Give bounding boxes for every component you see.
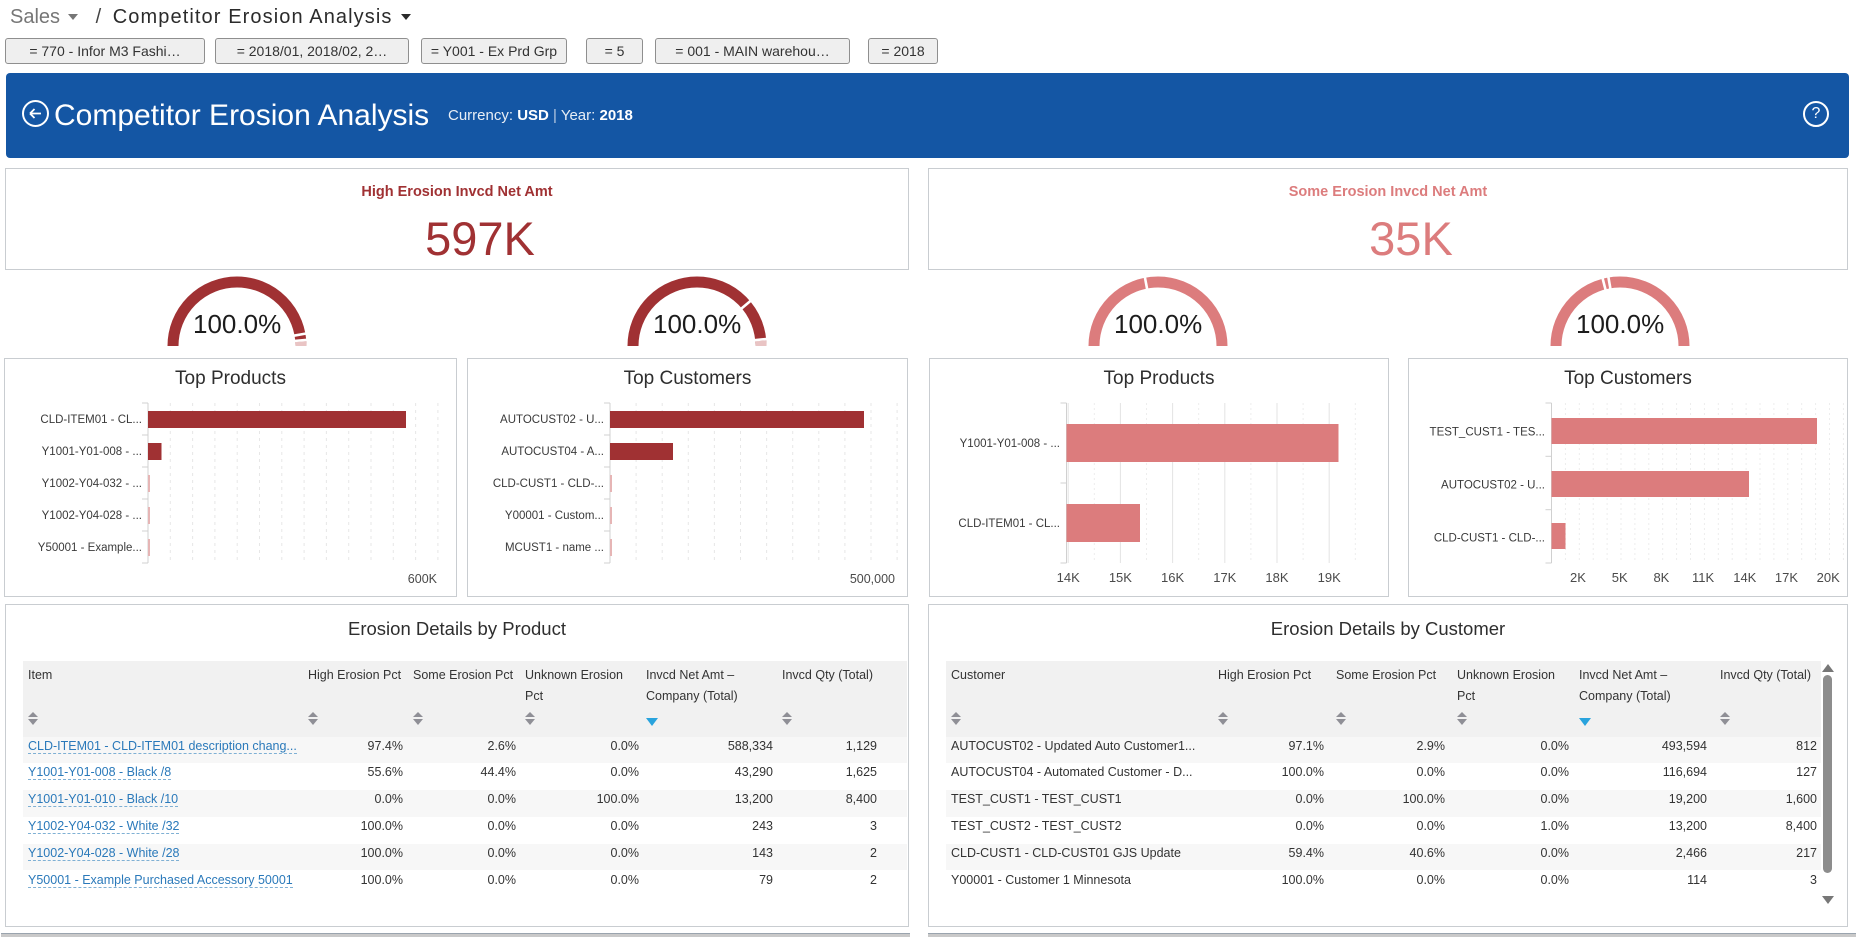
svg-text:AUTOCUST02 - U...: AUTOCUST02 - U... (1441, 480, 1545, 492)
svg-text:500,000: 500,000 (850, 572, 895, 586)
svg-text:MCUST1 - name ...: MCUST1 - name ... (505, 542, 604, 554)
svg-text:Y1002-Y04-032 - ...: Y1002-Y04-032 - ... (42, 478, 142, 490)
svg-text:CLD-ITEM01 - CL...: CLD-ITEM01 - CL... (40, 414, 142, 426)
svg-text:CLD-CUST1 - CLD-...: CLD-CUST1 - CLD-... (1434, 533, 1545, 545)
svg-text:TEST_CUST1 - TES...: TEST_CUST1 - TES... (1430, 427, 1545, 439)
svg-text:17K: 17K (1775, 570, 1798, 585)
svg-text:14K: 14K (1733, 570, 1756, 585)
svg-text:Y00001 - Custom...: Y00001 - Custom... (505, 510, 604, 522)
svg-text:Y1002-Y04-028 - ...: Y1002-Y04-028 - ... (42, 510, 142, 522)
svg-text:Y1001-Y01-008 - ...: Y1001-Y01-008 - ... (42, 446, 142, 458)
svg-text:8K: 8K (1653, 570, 1669, 585)
svg-text:18K: 18K (1265, 570, 1288, 585)
svg-text:16K: 16K (1161, 570, 1184, 585)
svg-text:2K: 2K (1570, 570, 1586, 585)
svg-text:AUTOCUST02 - U...: AUTOCUST02 - U... (500, 414, 604, 426)
svg-text:600K: 600K (408, 572, 438, 586)
svg-text:CLD-ITEM01 - CL...: CLD-ITEM01 - CL... (958, 518, 1060, 530)
svg-text:17K: 17K (1213, 570, 1236, 585)
svg-text:11K: 11K (1692, 570, 1714, 585)
svg-text:Y50001 - Example...: Y50001 - Example... (38, 542, 142, 554)
svg-text:19K: 19K (1318, 570, 1341, 585)
svg-text:5K: 5K (1612, 570, 1628, 585)
svg-text:14K: 14K (1057, 570, 1080, 585)
svg-text:15K: 15K (1109, 570, 1132, 585)
svg-text:20K: 20K (1817, 570, 1840, 585)
svg-text:Y1001-Y01-008 - ...: Y1001-Y01-008 - ... (960, 438, 1060, 450)
svg-text:CLD-CUST1 - CLD-...: CLD-CUST1 - CLD-... (493, 478, 604, 490)
svg-text:AUTOCUST04 - A...: AUTOCUST04 - A... (501, 446, 604, 458)
